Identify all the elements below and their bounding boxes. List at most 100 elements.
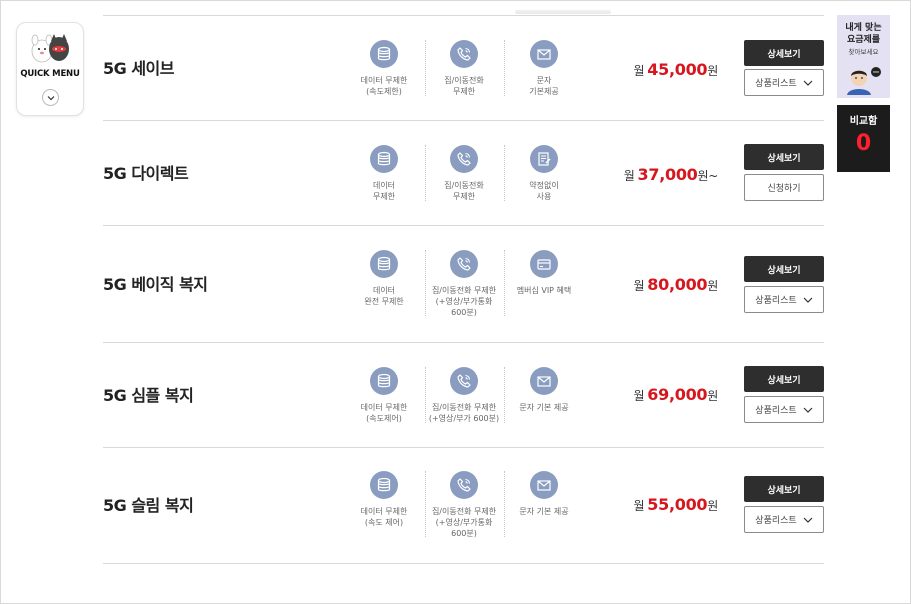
compare-box[interactable]: 비교함 0 bbox=[837, 105, 890, 172]
phone-icon bbox=[450, 250, 478, 278]
dropdown-label: 상품리스트 bbox=[755, 516, 797, 526]
product-list-dropdown[interactable]: 상품리스트 bbox=[744, 506, 824, 533]
quick-menu-toggle[interactable] bbox=[42, 89, 59, 106]
benefit-data: 데이터 무제한 (속도 제어) bbox=[344, 471, 424, 528]
benefit-text: 집/이동전화 무제한 bbox=[444, 181, 484, 201]
price-value: 55,000 bbox=[647, 495, 708, 514]
product-list-dropdown[interactable]: 상품리스트 bbox=[744, 69, 824, 96]
message-icon bbox=[530, 471, 558, 499]
plan-name: 5G 슬림 복지 bbox=[103, 496, 194, 515]
plan-row: 5G 다이렉트 데이터 무제한 집/이동전화 무제한 약정없이 사용 월 37,0… bbox=[103, 121, 824, 226]
benefit-text: 문자 기본 제공 bbox=[519, 403, 569, 412]
detail-button[interactable]: 상세보기 bbox=[744, 366, 824, 392]
compare-label: 비교함 bbox=[849, 116, 878, 127]
plan-row: 5G 심플 복지 데이터 무제한 (속도제어) 집/이동전화 무제한 (+영상/… bbox=[103, 343, 824, 448]
product-list-dropdown[interactable]: 상품리스트 bbox=[744, 286, 824, 313]
dropdown-label: 상품리스트 bbox=[755, 406, 797, 416]
price-prefix: 월 bbox=[633, 279, 645, 293]
benefit-data: 데이터 완전 무제한 bbox=[344, 250, 424, 307]
plan-name: 5G 세이브 bbox=[103, 59, 175, 78]
plan-row: 5G 세이브 데이터 무제한 (속도제한) 집/이동전화 무제한 문자 기본제공… bbox=[103, 16, 824, 121]
benefit-text: 멤버십 VIP 혜택 bbox=[516, 286, 572, 295]
benefit-call: 집/이동전화 무제한 (+영상/부가 600분) bbox=[424, 367, 504, 424]
price-value: 45,000 bbox=[647, 60, 708, 79]
data-icon bbox=[370, 367, 398, 395]
benefit-message: 문자 기본 제공 bbox=[504, 471, 584, 517]
price-unit: 원 bbox=[707, 64, 718, 78]
apply-label: 신청하기 bbox=[767, 184, 801, 194]
price: 월 69,000원 bbox=[633, 385, 719, 404]
data-icon bbox=[370, 250, 398, 278]
plan-name: 5G 다이렉트 bbox=[103, 164, 189, 183]
product-list-dropdown[interactable]: 상품리스트 bbox=[744, 396, 824, 423]
benefit-text: 집/이동전화 무제한 (+영상/부가통화 600분) bbox=[431, 507, 497, 538]
benefit-call: 집/이동전화 무제한 (+영상/부가통화 600분) bbox=[424, 250, 504, 318]
benefit-call: 집/이동전화 무제한 bbox=[424, 145, 504, 202]
find-plan-subtitle: 찾아보세요 bbox=[848, 48, 879, 56]
quick-menu-label: QUICK MENU bbox=[20, 69, 80, 79]
price-value: 69,000 bbox=[647, 385, 708, 404]
benefit-call: 집/이동전화 무제한 (+영상/부가통화 600분) bbox=[424, 471, 504, 539]
detail-button[interactable]: 상세보기 bbox=[744, 40, 824, 66]
benefit-text: 집/이동전화 무제한 (+영상/부가 600분) bbox=[428, 403, 500, 423]
price-prefix: 월 bbox=[633, 499, 645, 513]
quick-menu[interactable]: QUICK MENU bbox=[16, 22, 84, 116]
price-prefix: 월 bbox=[623, 169, 635, 183]
benefit-message: 문자 기본 제공 bbox=[504, 367, 584, 413]
plan-name: 5G 심플 복지 bbox=[103, 386, 194, 405]
benefit-text: 약정없이 사용 bbox=[529, 181, 559, 201]
benefit-data: 데이터 무제한 (속도제어) bbox=[344, 367, 424, 424]
benefit-text: 데이터 무제한 (속도제어) bbox=[360, 403, 408, 423]
benefit-data: 데이터 무제한 (속도제한) bbox=[344, 40, 424, 97]
plan-name: 5G 베이직 복지 bbox=[103, 275, 208, 294]
compare-count: 0 bbox=[855, 131, 872, 156]
card-icon bbox=[530, 250, 558, 278]
benefit-contract: 약정없이 사용 bbox=[504, 145, 584, 202]
phone-icon bbox=[450, 471, 478, 499]
price-unit: 원 bbox=[707, 389, 718, 403]
find-plan-title: 내게 맞는 요금제를 bbox=[845, 23, 882, 45]
price-value: 80,000 bbox=[647, 275, 708, 294]
benefit-membership: 멤버십 VIP 혜택 bbox=[504, 250, 584, 296]
chevron-down-icon bbox=[803, 80, 813, 86]
plan-row: 5G 베이직 복지 데이터 완전 무제한 집/이동전화 무제한 (+영상/부가통… bbox=[103, 226, 824, 343]
benefit-text: 집/이동전화 무제한 (+영상/부가통화 600분) bbox=[431, 286, 497, 317]
benefit-text: 데이터 무제한 (속도 제어) bbox=[360, 507, 408, 527]
data-icon bbox=[370, 40, 398, 68]
apply-button[interactable]: 신청하기 bbox=[744, 174, 824, 201]
chevron-down-icon bbox=[803, 407, 813, 413]
benefit-text: 데이터 무제한 (속도제한) bbox=[360, 76, 408, 96]
benefit-text: 데이터 완전 무제한 bbox=[364, 286, 404, 306]
price: 월 45,000원 bbox=[634, 60, 719, 79]
message-icon bbox=[530, 367, 558, 395]
phone-icon bbox=[450, 40, 478, 68]
price-value: 37,000 bbox=[637, 165, 698, 184]
detail-button[interactable]: 상세보기 bbox=[744, 476, 824, 502]
chevron-down-icon bbox=[803, 517, 813, 523]
data-icon bbox=[370, 471, 398, 499]
price-unit: 원 bbox=[707, 499, 718, 513]
price: 월 55,000원 bbox=[633, 495, 719, 514]
chevron-down-icon bbox=[803, 297, 813, 303]
price-prefix: 월 bbox=[633, 389, 645, 403]
price-unit: 원~ bbox=[697, 169, 719, 183]
benefit-call: 집/이동전화 무제한 bbox=[424, 40, 504, 97]
scroll-shadow bbox=[515, 10, 611, 14]
dropdown-label: 상품리스트 bbox=[755, 79, 797, 89]
character-mascot-icon bbox=[31, 34, 69, 63]
benefit-text: 문자 기본제공 bbox=[529, 76, 559, 96]
plan-row: 5G 슬림 복지 데이터 무제한 (속도 제어) 집/이동전화 무제한 (+영상… bbox=[103, 448, 824, 564]
benefit-text: 데이터 무제한 bbox=[372, 181, 396, 201]
dropdown-label: 상품리스트 bbox=[755, 296, 797, 306]
person-thinking-icon bbox=[847, 67, 881, 95]
phone-icon bbox=[450, 367, 478, 395]
benefit-text: 문자 기본 제공 bbox=[519, 507, 569, 516]
message-icon bbox=[530, 40, 558, 68]
chevron-down-icon bbox=[47, 95, 54, 100]
benefit-message: 문자 기본제공 bbox=[504, 40, 584, 97]
detail-button[interactable]: 상세보기 bbox=[744, 144, 824, 170]
find-plan-banner[interactable]: 내게 맞는 요금제를 찾아보세요 bbox=[837, 15, 890, 98]
price: 월 37,000원~ bbox=[624, 165, 718, 184]
contract-icon bbox=[530, 145, 558, 173]
detail-button[interactable]: 상세보기 bbox=[744, 256, 824, 282]
